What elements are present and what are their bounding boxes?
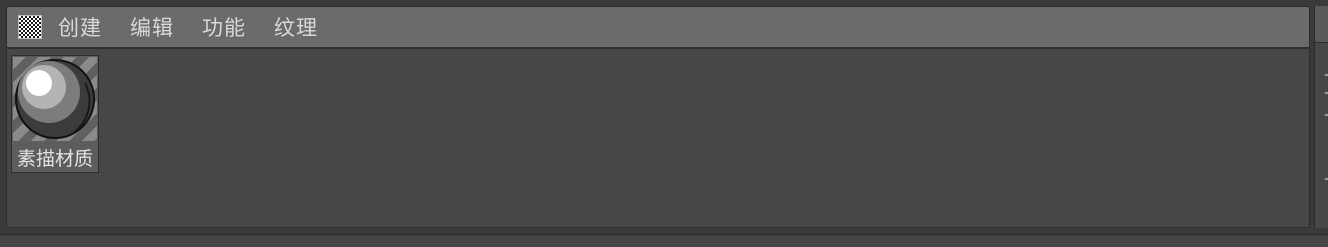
bottom-bar	[0, 234, 1328, 247]
menubar: 创建 编辑 功能 纹理	[7, 7, 1309, 49]
grid-pattern-icon[interactable]	[18, 15, 42, 39]
material-name: 素描材质	[16, 148, 93, 170]
right-panel-header	[1315, 6, 1328, 43]
right-panel-edge	[1314, 6, 1328, 228]
material-manager-panel: 创建 编辑 功能 纹理 素描材质	[6, 6, 1310, 228]
menu-texture[interactable]: 纹理	[274, 8, 318, 46]
menu-edit[interactable]: 编辑	[130, 8, 174, 46]
material-preview	[13, 57, 97, 141]
sphere-material-icon	[15, 59, 95, 139]
menu-create[interactable]: 创建	[58, 8, 102, 46]
material-list-area[interactable]: 素描材质	[7, 51, 1309, 227]
menu-function[interactable]: 功能	[202, 8, 246, 46]
material-tile[interactable]: 素描材质	[11, 55, 99, 173]
